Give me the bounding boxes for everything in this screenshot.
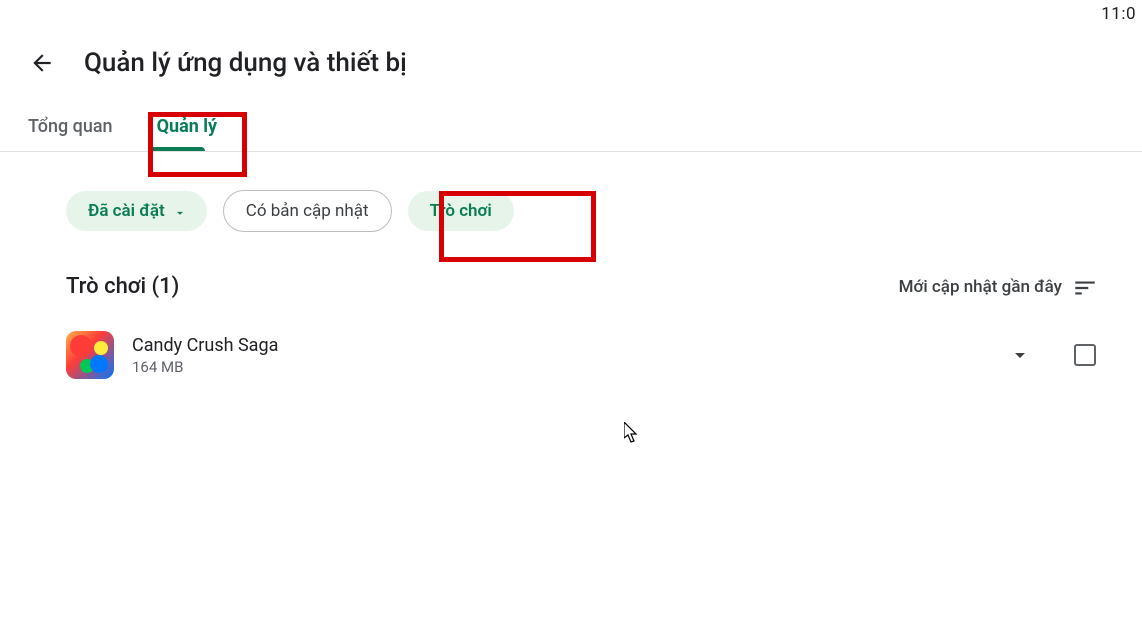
filter-installed-label: Đã cài đặt [88, 201, 165, 221]
filter-updates[interactable]: Có bản cập nhật [223, 190, 392, 232]
expand-button[interactable] [1008, 343, 1032, 367]
app-name: Candy Crush Saga [132, 335, 990, 356]
filter-chips-row: Đã cài đặt Có bản cập nhật Trò chơi [0, 152, 1142, 232]
cursor-icon [624, 422, 640, 444]
filter-games-label: Trò chơi [430, 201, 492, 221]
caret-down-icon [173, 205, 185, 217]
status-bar-time: 11:0 [1101, 4, 1136, 24]
filter-installed[interactable]: Đã cài đặt [66, 191, 207, 231]
chevron-down-icon [1008, 343, 1032, 367]
list-title: Trò chơi (1) [66, 274, 179, 299]
app-info: Candy Crush Saga 164 MB [132, 335, 990, 376]
tab-overview[interactable]: Tổng quan [28, 102, 135, 151]
sort-button[interactable]: Mới cập nhật gần đây [899, 275, 1096, 299]
app-header: Quản lý ứng dụng và thiết bị [0, 0, 1142, 102]
list-header: Trò chơi (1) Mới cập nhật gần đây [0, 232, 1142, 299]
filter-games[interactable]: Trò chơi [408, 191, 514, 231]
app-icon-candy-crush [66, 331, 114, 379]
sort-label: Mới cập nhật gần đây [899, 277, 1062, 297]
arrow-left-icon [29, 50, 55, 76]
back-button[interactable] [28, 49, 56, 77]
tab-manage[interactable]: Quản lý [135, 102, 240, 151]
sort-icon [1072, 275, 1096, 299]
app-checkbox[interactable] [1074, 344, 1096, 366]
app-row[interactable]: Candy Crush Saga 164 MB [0, 299, 1142, 379]
page-title: Quản lý ứng dụng và thiết bị [84, 48, 407, 78]
app-size: 164 MB [132, 358, 990, 376]
tabs-bar: Tổng quan Quản lý [0, 102, 1142, 152]
filter-updates-label: Có bản cập nhật [246, 201, 369, 221]
